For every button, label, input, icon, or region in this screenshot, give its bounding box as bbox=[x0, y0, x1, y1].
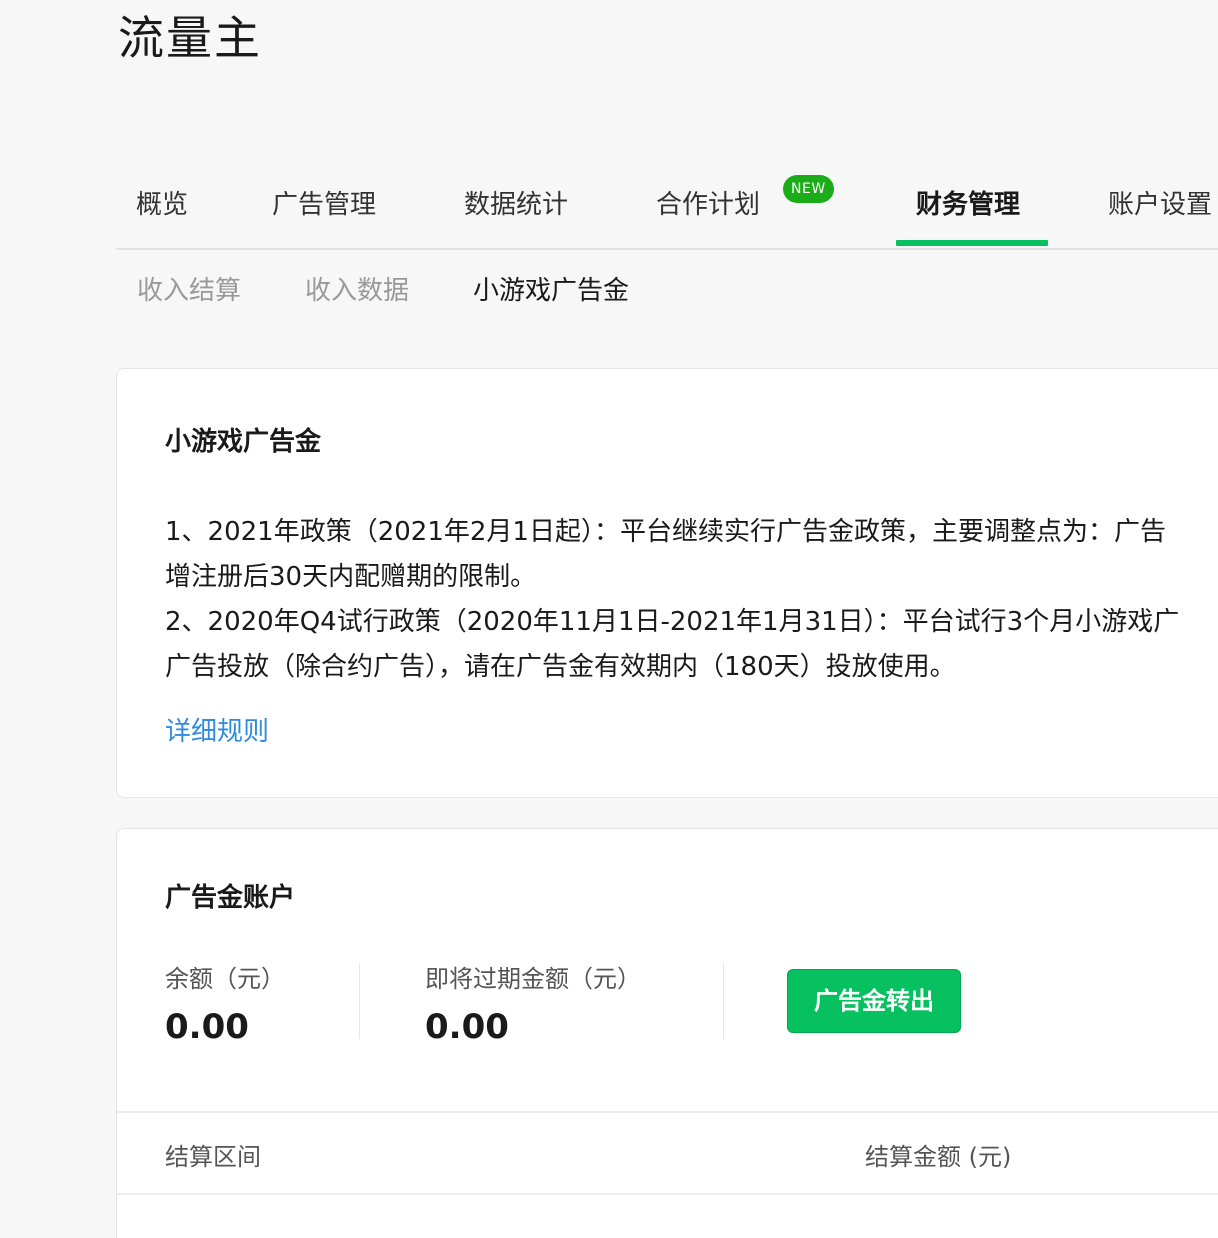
divider bbox=[359, 963, 360, 1039]
policy-text-line: 1、2021年政策（2021年2月1日起）：平台继续实行广告金政策，主要调整点为… bbox=[165, 517, 1166, 547]
ad-fund-account-card: 广告金账户 余额（元） 0.00 即将过期金额（元） 0.00 广告金转出 结算… bbox=[116, 828, 1218, 1238]
tab-account-settings[interactable]: 账户设置 bbox=[1108, 184, 1212, 221]
detailed-rules-link[interactable]: 详细规则 bbox=[165, 711, 269, 748]
policy-text-line: 广告投放（除合约广告），请在广告金有效期内（180天）投放使用。 bbox=[165, 652, 956, 682]
main-tabs: 概览 广告管理 数据统计 合作计划 NEW 财务管理 账户设置 bbox=[116, 160, 1218, 250]
tab-ad-management[interactable]: 广告管理 bbox=[272, 184, 376, 221]
tab-data-statistics[interactable]: 数据统计 bbox=[464, 184, 568, 221]
tab-overview[interactable]: 概览 bbox=[136, 184, 188, 221]
subtab-minigame-ad-fund[interactable]: 小游戏广告金 bbox=[473, 270, 629, 307]
divider bbox=[723, 963, 724, 1039]
subtab-income-data[interactable]: 收入数据 bbox=[305, 270, 409, 307]
subtab-income-settlement[interactable]: 收入结算 bbox=[137, 270, 241, 307]
ad-fund-transfer-button[interactable]: 广告金转出 bbox=[787, 969, 961, 1033]
policy-text-line: 2、2020年Q4试行政策（2020年11月1日-2021年1月31日）：平台试… bbox=[165, 607, 1180, 637]
app-title: 流量主 bbox=[118, 11, 262, 65]
ad-fund-info-card: 小游戏广告金 1、2021年政策（2021年2月1日起）：平台继续实行广告金政策… bbox=[116, 368, 1218, 798]
active-tab-indicator bbox=[896, 240, 1048, 246]
column-header-settlement-period: 结算区间 bbox=[165, 1143, 261, 1171]
balance-label: 余额（元） bbox=[165, 965, 285, 993]
tab-cooperation-plan[interactable]: 合作计划 bbox=[656, 184, 760, 221]
new-badge: NEW bbox=[783, 175, 834, 203]
settlement-table-header: 结算区间 结算金额 (元) bbox=[117, 1111, 1218, 1195]
card-title: 小游戏广告金 bbox=[165, 427, 322, 457]
balance-value: 0.00 bbox=[165, 1007, 249, 1047]
expiring-amount-label: 即将过期金额（元） bbox=[425, 965, 641, 993]
card-title: 广告金账户 bbox=[165, 883, 296, 913]
column-header-settlement-amount: 结算金额 (元) bbox=[865, 1143, 1012, 1171]
expiring-amount-value: 0.00 bbox=[425, 1007, 509, 1047]
tab-finance-management[interactable]: 财务管理 bbox=[916, 184, 1020, 221]
page: 流量主 概览 广告管理 数据统计 合作计划 NEW 财务管理 账户设置 收入结算… bbox=[0, 0, 1218, 1238]
policy-text-line: 增注册后30天内配赠期的限制。 bbox=[165, 562, 537, 592]
